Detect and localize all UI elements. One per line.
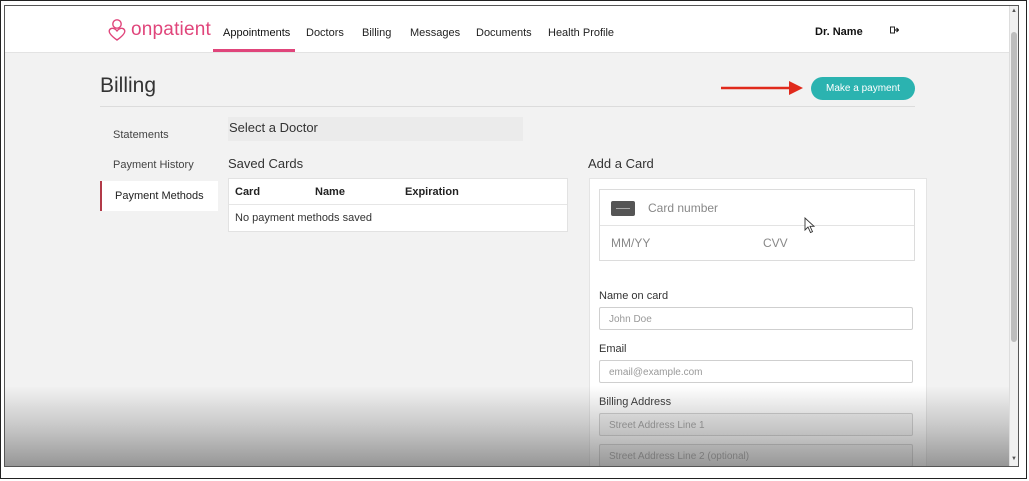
mouse-cursor-icon	[804, 217, 816, 234]
column-header-expiration: Expiration	[405, 186, 459, 198]
card-box-divider	[600, 225, 914, 226]
billing-address-label: Billing Address	[599, 396, 672, 408]
cvv-input[interactable]: CVV	[763, 236, 788, 250]
sidebar-item-payment-history[interactable]: Payment History	[100, 150, 218, 180]
brand-logo[interactable]: onpatient	[107, 18, 211, 42]
nav-billing[interactable]: Billing	[362, 27, 391, 39]
make-payment-button[interactable]: Make a payment	[811, 77, 915, 100]
expiry-input[interactable]: MM/YY	[611, 236, 650, 250]
browser-viewport: onpatient Appointments Doctors Billing M…	[4, 5, 1019, 467]
nav-appointments[interactable]: Appointments	[223, 27, 290, 39]
active-nav-indicator	[213, 49, 295, 52]
top-nav: onpatient Appointments Doctors Billing M…	[5, 6, 1009, 53]
scroll-down-icon[interactable]: ▼	[1011, 456, 1017, 462]
table-divider	[229, 204, 567, 205]
email-input[interactable]: email@example.com	[599, 360, 913, 383]
select-doctor-dropdown[interactable]: Select a Doctor	[228, 117, 523, 141]
scroll-up-icon[interactable]: ▲	[1011, 8, 1017, 14]
vertical-scrollbar[interactable]: ▲ ▼	[1009, 6, 1018, 466]
logout-icon[interactable]	[890, 26, 900, 37]
brand-name: onpatient	[131, 19, 211, 40]
street-address-1-input[interactable]: Street Address Line 1	[599, 413, 913, 436]
column-header-card: Card	[235, 186, 261, 198]
scrollbar-thumb[interactable]	[1011, 32, 1017, 342]
credit-card-icon	[611, 201, 635, 216]
nav-doctors[interactable]: Doctors	[306, 27, 344, 39]
sidebar-item-statements[interactable]: Statements	[100, 120, 218, 150]
red-arrow-annotation	[721, 81, 803, 95]
name-on-card-input[interactable]: John Doe	[599, 307, 913, 330]
nav-health-profile[interactable]: Health Profile	[548, 27, 614, 39]
page-title: Billing	[100, 74, 157, 97]
add-card-title: Add a Card	[588, 156, 654, 171]
column-header-name: Name	[315, 186, 345, 198]
card-details-box: Card number MM/YY CVV	[599, 189, 915, 261]
empty-table-message: No payment methods saved	[235, 212, 372, 224]
name-on-card-label: Name on card	[599, 290, 669, 302]
saved-cards-title: Saved Cards	[228, 156, 304, 171]
nav-documents[interactable]: Documents	[476, 27, 532, 39]
street-address-2-input[interactable]: Street Address Line 2 (optional)	[599, 444, 913, 466]
sidebar-item-payment-methods[interactable]: Payment Methods	[100, 181, 218, 211]
header-divider	[100, 106, 915, 107]
user-name[interactable]: Dr. Name	[815, 26, 863, 38]
nav-messages[interactable]: Messages	[410, 27, 460, 39]
card-number-input[interactable]: Card number	[648, 201, 718, 215]
email-label: Email	[599, 343, 627, 355]
saved-cards-table: Card Name Expiration No payment methods …	[228, 178, 568, 232]
onpatient-logo-icon	[108, 19, 126, 41]
